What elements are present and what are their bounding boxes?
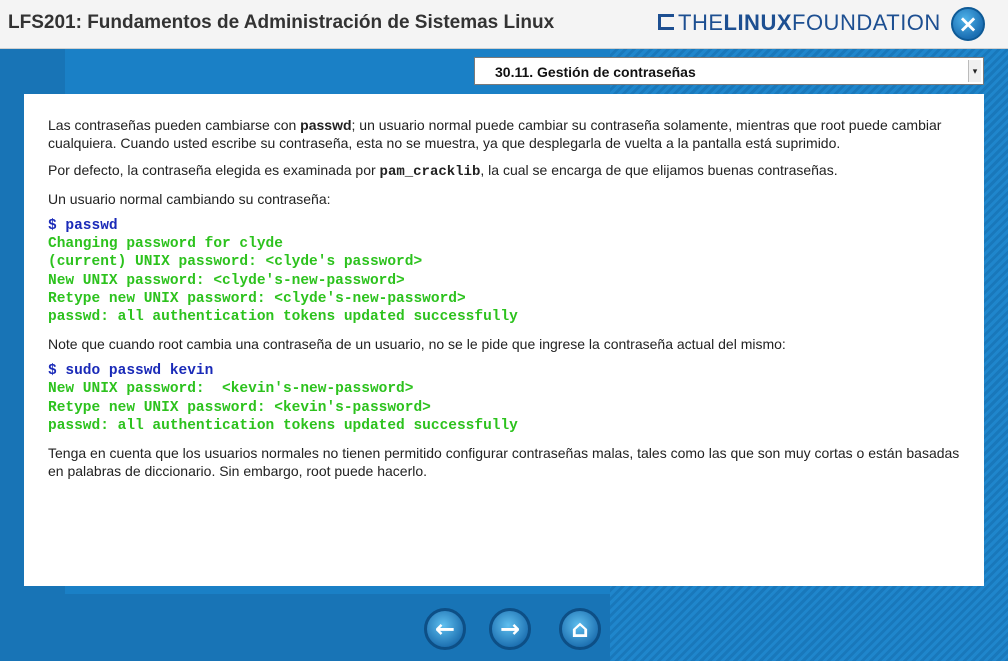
- linux-foundation-logo: THE LINUX FOUNDATION: [658, 10, 941, 36]
- passwd-term: passwd: [300, 117, 352, 133]
- forward-button[interactable]: →: [489, 608, 531, 650]
- code-block-1: $ passwd Changing password for clyde (cu…: [48, 217, 960, 326]
- paragraph-4: Note que cuando root cambia una contrase…: [48, 336, 786, 353]
- content-panel: Las contraseñas pueden cambiarse con pas…: [24, 94, 984, 586]
- header-bar: LFS201: Fundamentos de Administración de…: [0, 0, 1008, 49]
- home-button[interactable]: ⌂: [559, 608, 601, 650]
- code-output: Changing password for clyde (current) UN…: [48, 236, 518, 326]
- chapter-select-value: 30.11. Gestión de contraseñas: [495, 64, 696, 80]
- paragraph-2: Por defecto, la contraseña elegida es ex…: [48, 162, 838, 180]
- paragraph-3: Un usuario normal cambiando su contraseñ…: [48, 191, 331, 207]
- paragraph-5: Tenga en cuenta que los usuarios normale…: [48, 445, 960, 480]
- home-icon: ⌂: [571, 615, 589, 643]
- paragraph-1: Las contraseñas pueden cambiarse con pas…: [48, 117, 942, 151]
- code-command: $ passwd: [48, 218, 118, 234]
- arrow-left-icon: ←: [434, 615, 456, 643]
- chevron-down-icon: ▾: [968, 60, 981, 82]
- code-command: $ sudo passwd kevin: [48, 363, 214, 380]
- code-block-2: $ sudo passwd kevin New UNIX password: <…: [48, 362, 960, 435]
- chapter-select[interactable]: 30.11. Gestión de contraseñas ▾: [474, 57, 984, 85]
- code-output: New UNIX password: <kevin's-new-password…: [48, 381, 518, 434]
- close-icon: ×: [957, 10, 979, 38]
- course-title: LFS201: Fundamentos de Administración de…: [8, 12, 555, 33]
- back-button[interactable]: ←: [424, 608, 466, 650]
- logo-mark-icon: [658, 14, 674, 30]
- arrow-right-icon: →: [499, 615, 521, 643]
- pam-cracklib-term: pam_cracklib: [379, 164, 481, 180]
- close-button[interactable]: ×: [951, 7, 985, 41]
